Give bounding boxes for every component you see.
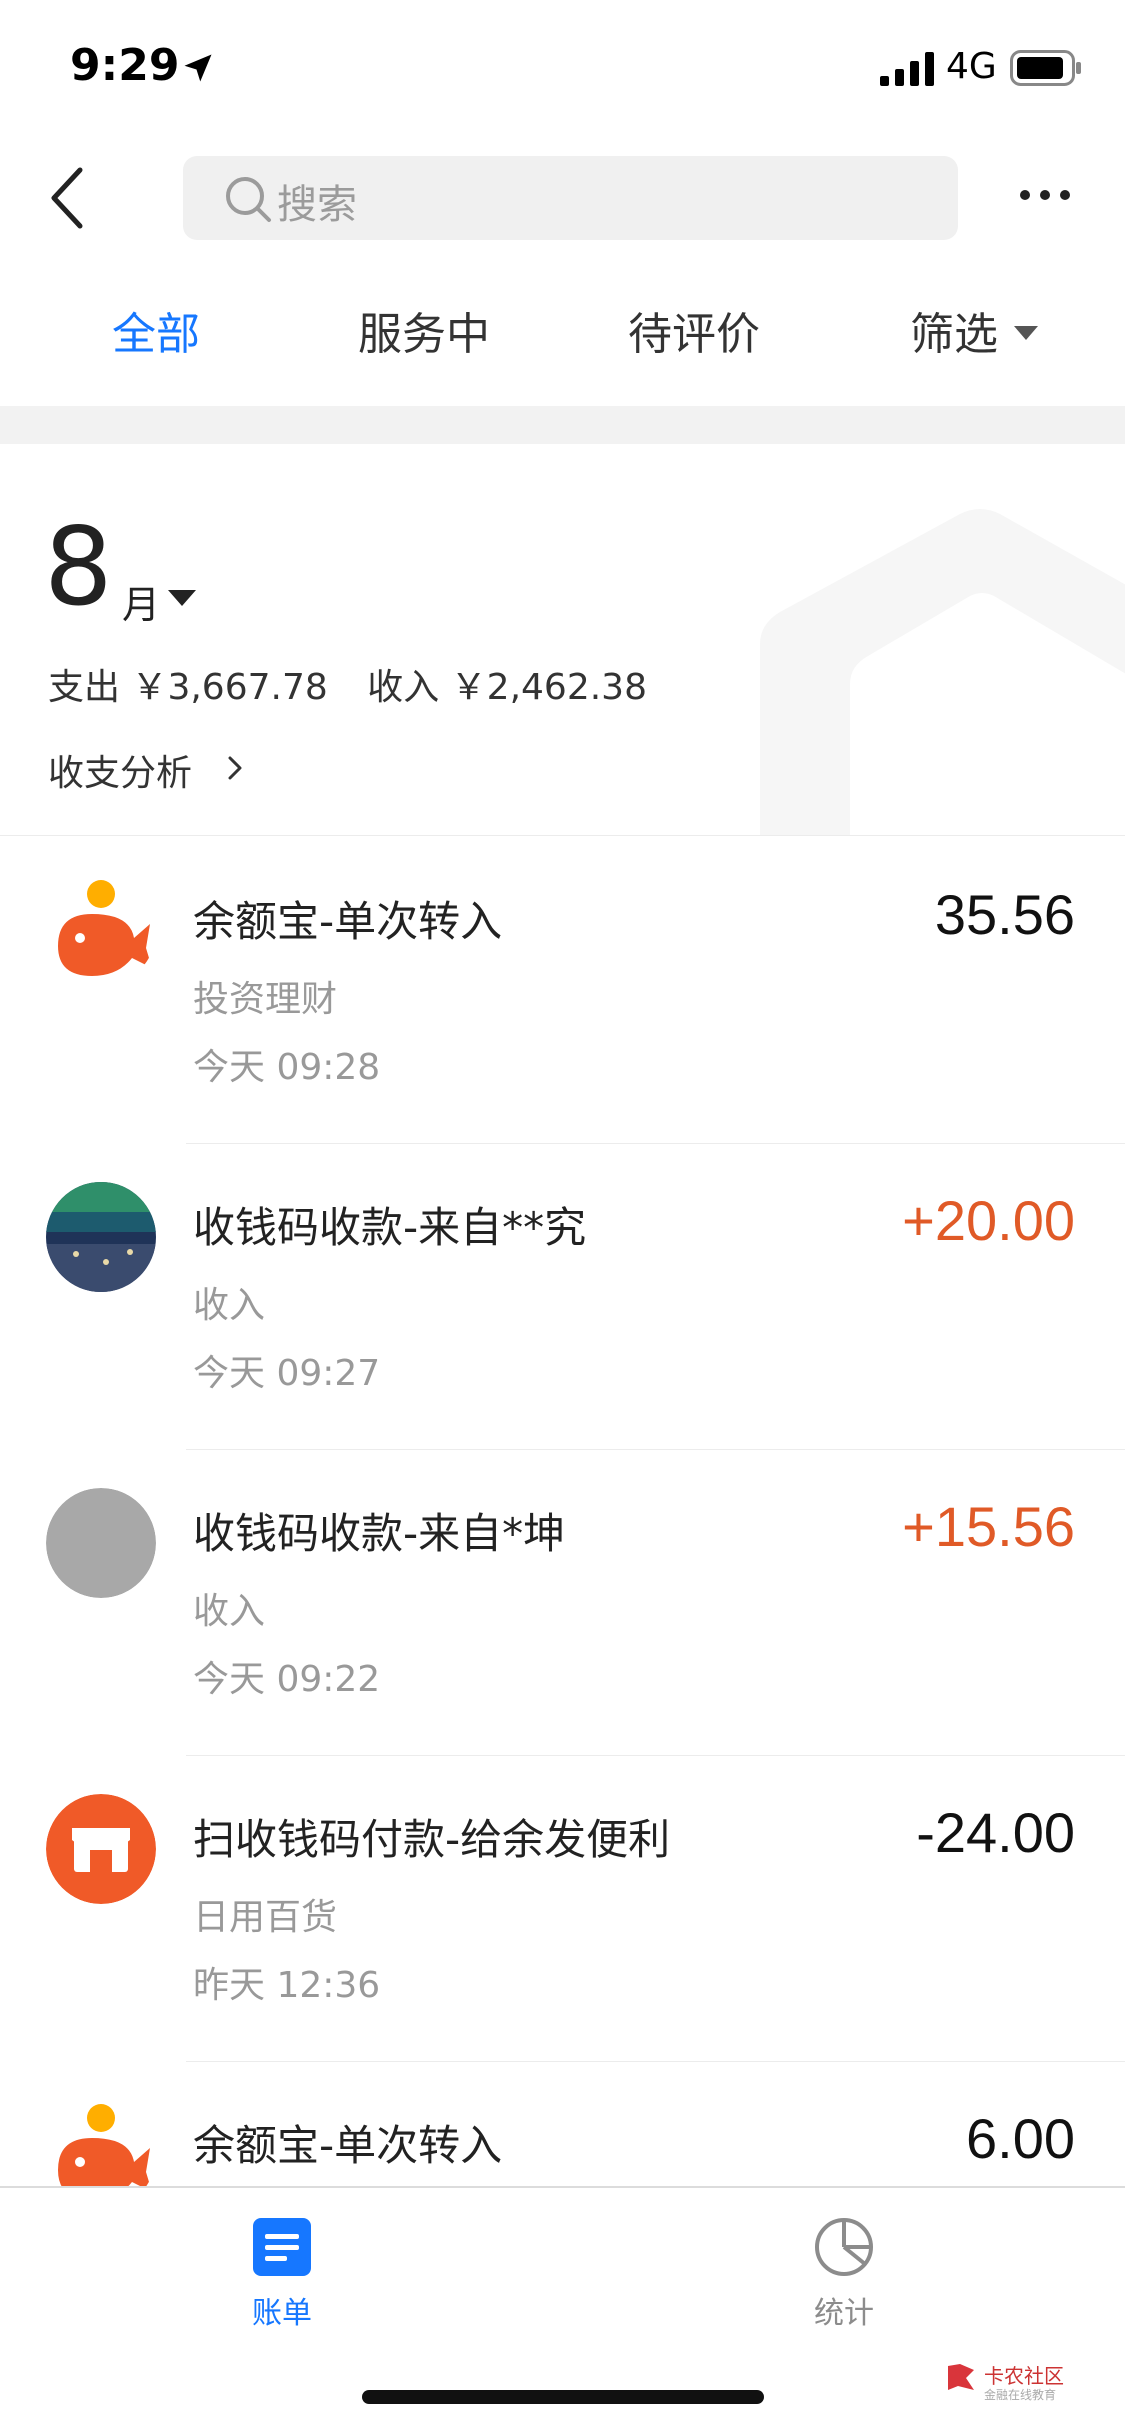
- tab-filter[interactable]: 筛选: [910, 298, 998, 362]
- chevron-right-icon[interactable]: [224, 750, 248, 786]
- gray-avatar: [46, 1488, 156, 1598]
- transaction-list: 余额宝-单次转入 投资理财 今天 09:28 35.56 收钱码收款-来自**究…: [0, 838, 1125, 2188]
- transaction-title: 余额宝-单次转入: [193, 2121, 503, 2170]
- transaction-time: 今天 09:27: [193, 1353, 381, 1394]
- section-divider: [0, 406, 1125, 444]
- more-icon[interactable]: [1015, 180, 1075, 210]
- filter-tabs: 全部 服务中 待评价 筛选: [0, 298, 1125, 378]
- transaction-row[interactable]: 余额宝-单次转入 6.00: [0, 2062, 1125, 2188]
- transaction-title: 扫收钱码付款-给余发便利: [193, 1815, 671, 1864]
- transaction-time: 昨天 12:36: [193, 1965, 381, 2006]
- signal-icon: [880, 52, 934, 86]
- transaction-time: 今天 09:28: [193, 1047, 381, 1088]
- back-icon[interactable]: [40, 160, 100, 236]
- nav-bill[interactable]: 账单: [202, 2216, 362, 2332]
- month-dropdown-icon[interactable]: [168, 590, 196, 608]
- watermark-logo-icon: [948, 2364, 974, 2390]
- month-summary: 8 月 支出 ￥3,667.78 收入 ￥2,462.38 收支分析: [0, 444, 1125, 836]
- analysis-link[interactable]: 收支分析: [48, 744, 192, 796]
- transaction-title: 余额宝-单次转入: [193, 897, 503, 946]
- house-decoration-icon: [760, 509, 1125, 835]
- transaction-time: 今天 09:22: [193, 1659, 381, 1700]
- pie-chart-icon: [815, 2218, 873, 2276]
- search-input[interactable]: 搜索: [183, 156, 958, 240]
- transaction-title: 收钱码收款-来自*坤: [193, 1509, 566, 1558]
- transaction-amount: 35.56: [934, 883, 1075, 946]
- tab-in-service[interactable]: 服务中: [358, 298, 490, 362]
- tab-all[interactable]: 全部: [112, 298, 200, 362]
- transaction-amount: +20.00: [902, 1189, 1075, 1252]
- transaction-amount: -24.00: [916, 1801, 1075, 1864]
- nav-stats[interactable]: 统计: [764, 2216, 924, 2332]
- search-icon: [226, 177, 271, 222]
- yuebao-icon: [46, 876, 156, 986]
- nav-stats-label: 统计: [814, 2296, 874, 2331]
- bill-list-icon: [253, 2218, 311, 2276]
- location-arrow-icon: [184, 54, 212, 82]
- search-placeholder: 搜索: [277, 182, 357, 228]
- transaction-category: 收入: [193, 1285, 266, 1326]
- month-unit[interactable]: 月: [122, 574, 160, 629]
- tab-pending-review[interactable]: 待评价: [628, 298, 760, 362]
- watermark-text: 卡农社区: [984, 2364, 1064, 2388]
- home-indicator: [362, 2390, 764, 2404]
- transaction-row[interactable]: 收钱码收款-来自*坤 收入 今天 09:22 +15.56: [0, 1450, 1125, 1756]
- transaction-category: 收入: [193, 1591, 266, 1632]
- network-type: 4G: [946, 46, 997, 87]
- filter-caret-icon: [1014, 326, 1038, 340]
- yuebao-icon: [46, 2100, 156, 2188]
- transaction-category: 日用百货: [193, 1897, 338, 1938]
- status-time: 9:29: [70, 40, 180, 91]
- watermark: 卡农社区 金融在线教育: [944, 2360, 1084, 2410]
- month-totals: 支出 ￥3,667.78 收入 ￥2,462.38: [48, 658, 675, 710]
- transaction-row[interactable]: 扫收钱码付款-给余发便利 日用百货 昨天 12:36 -24.00: [0, 1756, 1125, 2062]
- status-bar: 9:29 4G: [0, 0, 1125, 140]
- landscape-avatar: [46, 1182, 156, 1292]
- nav-bill-label: 账单: [252, 2296, 312, 2331]
- transaction-amount: +15.56: [902, 1495, 1075, 1558]
- income-total: 收入 ￥2,462.38: [367, 667, 647, 708]
- transaction-row[interactable]: 收钱码收款-来自**究 收入 今天 09:27 +20.00: [0, 1144, 1125, 1450]
- transaction-row[interactable]: 余额宝-单次转入 投资理财 今天 09:28 35.56: [0, 838, 1125, 1144]
- battery-icon: [1010, 50, 1081, 86]
- transaction-title: 收钱码收款-来自**究: [193, 1203, 587, 1252]
- transaction-amount: 6.00: [966, 2107, 1075, 2170]
- month-number[interactable]: 8: [44, 514, 113, 622]
- watermark-subtext: 金融在线教育: [984, 2388, 1057, 2402]
- expense-total: 支出 ￥3,667.78: [48, 667, 328, 708]
- transaction-category: 投资理财: [193, 979, 338, 1020]
- store-icon: [46, 1794, 156, 1904]
